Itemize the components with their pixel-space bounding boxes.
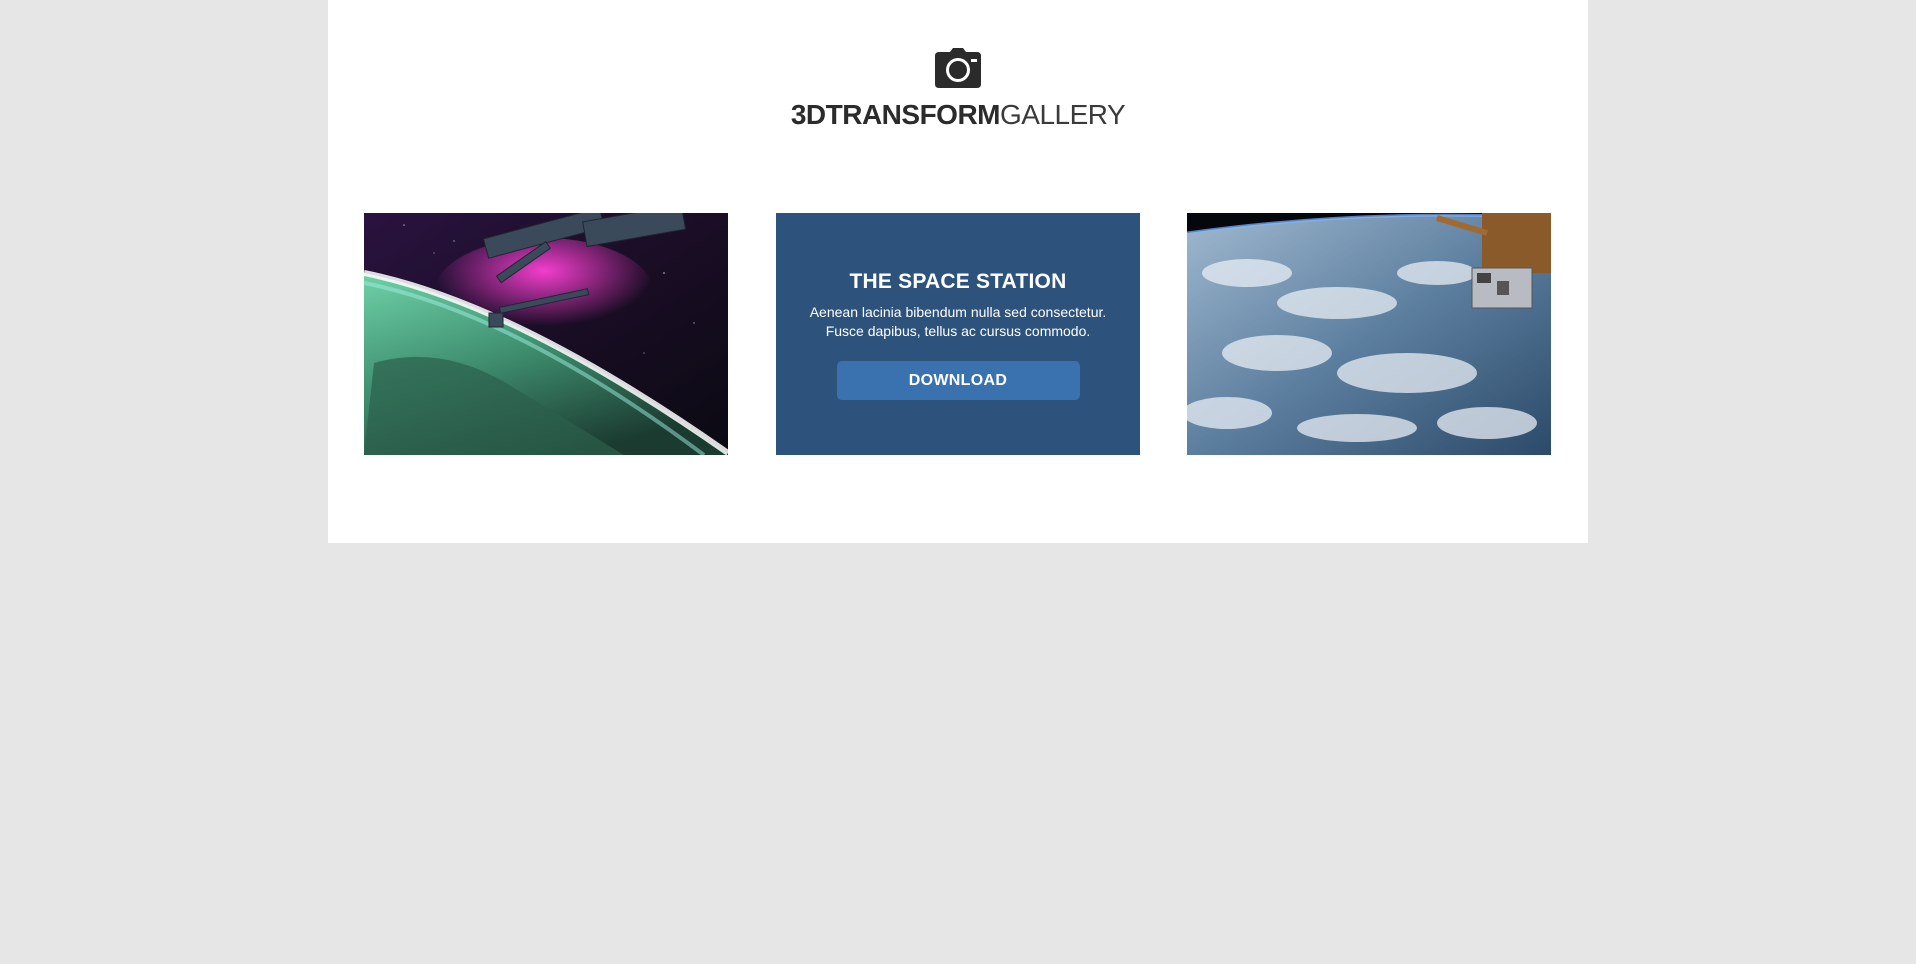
- aurora-image: [364, 213, 728, 455]
- card-text-line-1: Aenean lacinia bibendum nulla sed consec…: [809, 304, 1107, 320]
- gallery-image-earth[interactable]: [1187, 213, 1551, 455]
- download-button[interactable]: DOWNLOAD: [836, 361, 1080, 400]
- logo-light-text: GALLERY: [1000, 99, 1126, 130]
- card-description: Aenean lacinia bibendum nulla sed consec…: [776, 303, 1140, 341]
- site-logo[interactable]: 3DTRANSFORMGALLERY: [328, 98, 1588, 132]
- card-content: THE SPACE STATION Aenean lacinia bibendu…: [776, 213, 1140, 455]
- earth-image: [1187, 213, 1551, 455]
- card-title: THE SPACE STATION: [849, 270, 1067, 293]
- gallery-page: 3DTRANSFORMGALLERY THE SPACE STATION Aen…: [328, 0, 1588, 543]
- gallery-image-aurora[interactable]: [364, 213, 728, 455]
- camera-icon: [935, 48, 981, 88]
- card-text-line-2: Fusce dapibus, tellus ac cursus commodo.: [825, 323, 1091, 339]
- space-station-card: THE SPACE STATION Aenean lacinia bibendu…: [776, 213, 1140, 455]
- logo-bold-text: 3DTRANSFORM: [790, 99, 1001, 130]
- site-header: 3DTRANSFORMGALLERY: [328, 48, 1588, 132]
